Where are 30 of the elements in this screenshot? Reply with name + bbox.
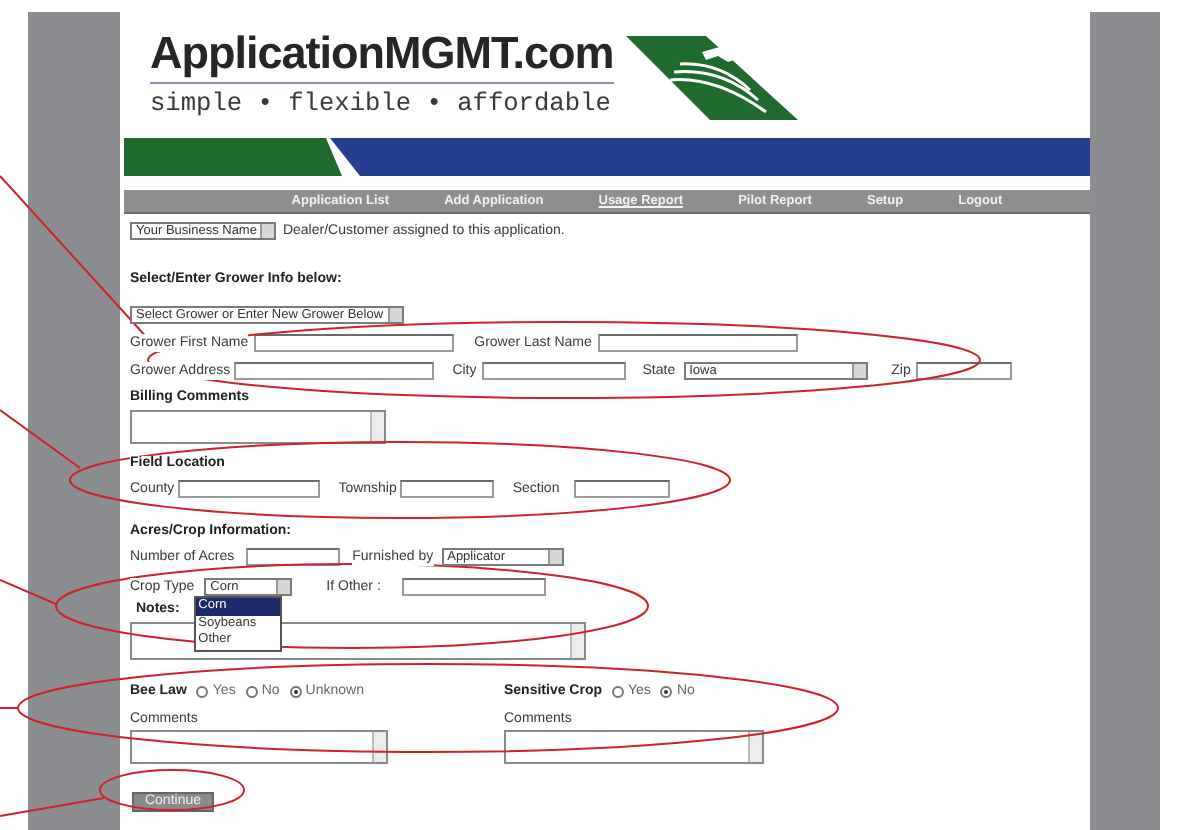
leader-line — [0, 797, 105, 817]
leader-line — [0, 409, 81, 469]
comments-field[interactable] — [504, 730, 764, 764]
caret-icon — [851, 364, 866, 378]
leader-line — [0, 707, 19, 709]
text-field[interactable] — [254, 334, 455, 352]
text-field[interactable] — [916, 362, 1013, 380]
text-field[interactable] — [482, 362, 627, 380]
text-field[interactable] — [400, 480, 495, 498]
text-field[interactable] — [597, 334, 798, 352]
text-field[interactable] — [178, 480, 321, 498]
radio-button[interactable] — [660, 685, 673, 697]
text-field[interactable] — [402, 578, 547, 596]
airplane-logo-icon — [626, 36, 802, 120]
text-field[interactable] — [573, 480, 670, 498]
text-field[interactable] — [234, 362, 435, 380]
leader-line — [0, 579, 57, 605]
tagline: simple • flexible • affordable — [150, 88, 613, 118]
comments-field[interactable] — [130, 410, 386, 444]
radio-button[interactable] — [612, 685, 625, 697]
caret-icon — [260, 224, 275, 238]
comments-field[interactable] — [130, 730, 388, 764]
radio-button[interactable] — [196, 685, 209, 697]
radio-button[interactable] — [245, 685, 258, 697]
caret-icon — [547, 550, 562, 564]
text-field[interactable] — [246, 548, 341, 566]
caret-icon — [276, 580, 291, 594]
radio-button[interactable] — [289, 685, 302, 697]
caret-icon — [388, 308, 402, 322]
site-title: ApplicationMGMT.com — [150, 28, 614, 80]
